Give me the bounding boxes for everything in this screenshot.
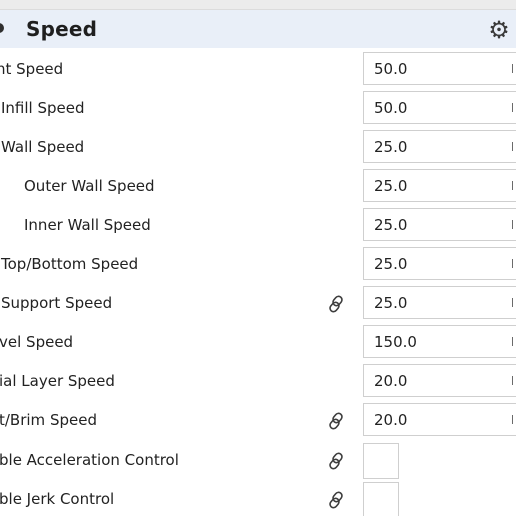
- unit-indicator: [512, 103, 513, 112]
- setting-label: Infill Speed: [1, 99, 85, 117]
- setting-value: 150.0: [374, 333, 417, 351]
- unit-indicator: [512, 337, 513, 346]
- setting-value-field[interactable]: 50.0: [363, 91, 516, 124]
- setting-row: Top/Bottom Speed 25.0: [0, 245, 516, 284]
- setting-value: 20.0: [374, 411, 408, 429]
- section-title: Speed: [26, 17, 98, 41]
- setting-row: Support Speed 25.0: [0, 284, 516, 323]
- setting-row: Inner Wall Speed 25.0: [0, 206, 516, 245]
- unit-indicator: [512, 259, 513, 268]
- speed-settings-panel: Speed ⚙ nt Speed 50.0 Infill Speed 50.0 …: [0, 0, 516, 516]
- setting-value-field[interactable]: 25.0: [363, 169, 516, 202]
- setting-row: nt Speed 50.0: [0, 50, 516, 89]
- setting-row: Wall Speed 25.0: [0, 128, 516, 167]
- previous-section-edge: [0, 0, 516, 10]
- setting-value-field[interactable]: 20.0: [363, 403, 516, 436]
- setting-label: vel Speed: [0, 333, 74, 351]
- setting-value: 25.0: [374, 216, 408, 234]
- setting-row: t/Brim Speed 20.0: [0, 401, 516, 440]
- setting-value: 25.0: [374, 138, 408, 156]
- unit-indicator: [512, 376, 513, 385]
- link-chain-icon[interactable]: [327, 294, 347, 314]
- setting-value-field[interactable]: 50.0: [363, 52, 516, 85]
- section-collapse-icon[interactable]: [0, 23, 4, 33]
- setting-value-field[interactable]: 25.0: [363, 130, 516, 163]
- setting-value: 25.0: [374, 177, 408, 195]
- link-chain-icon[interactable]: [327, 451, 347, 471]
- gear-icon[interactable]: ⚙: [486, 17, 512, 43]
- setting-row: vel Speed 150.0: [0, 323, 516, 362]
- unit-indicator: [512, 181, 513, 190]
- setting-label: t/Brim Speed: [0, 411, 97, 429]
- setting-value-field[interactable]: 25.0: [363, 247, 516, 280]
- setting-label: Wall Speed: [1, 138, 85, 156]
- setting-value: 25.0: [374, 255, 408, 273]
- setting-value-field[interactable]: 25.0: [363, 286, 516, 319]
- setting-row: ial Layer Speed 20.0: [0, 362, 516, 401]
- setting-label: Top/Bottom Speed: [1, 255, 139, 273]
- link-chain-icon[interactable]: [327, 411, 347, 431]
- setting-label: ial Layer Speed: [0, 372, 115, 390]
- speed-section-header[interactable]: Speed ⚙: [0, 10, 516, 48]
- setting-label: ble Acceleration Control: [0, 451, 179, 469]
- setting-value: 20.0: [374, 372, 408, 390]
- setting-label: Inner Wall Speed: [24, 216, 151, 234]
- setting-label: Outer Wall Speed: [24, 177, 155, 195]
- setting-row: ble Acceleration Control: [0, 441, 516, 480]
- setting-value: 50.0: [374, 99, 408, 117]
- setting-value: 25.0: [374, 294, 408, 312]
- setting-value-field[interactable]: 20.0: [363, 364, 516, 397]
- setting-row: ble Jerk Control: [0, 480, 516, 516]
- setting-label: ble Jerk Control: [0, 490, 115, 508]
- setting-label: nt Speed: [0, 60, 64, 78]
- setting-value: 50.0: [374, 60, 408, 78]
- setting-value-field[interactable]: 150.0: [363, 325, 516, 358]
- link-chain-icon[interactable]: [327, 490, 347, 510]
- unit-indicator: [512, 142, 513, 151]
- setting-value-field[interactable]: 25.0: [363, 208, 516, 241]
- unit-indicator: [512, 64, 513, 73]
- unit-indicator: [512, 415, 513, 424]
- acceleration-control-checkbox[interactable]: [363, 443, 399, 479]
- setting-label: Support Speed: [1, 294, 113, 312]
- setting-row: Outer Wall Speed 25.0: [0, 167, 516, 206]
- setting-row: Infill Speed 50.0: [0, 89, 516, 128]
- unit-indicator: [512, 298, 513, 307]
- jerk-control-checkbox[interactable]: [363, 482, 399, 516]
- unit-indicator: [512, 220, 513, 229]
